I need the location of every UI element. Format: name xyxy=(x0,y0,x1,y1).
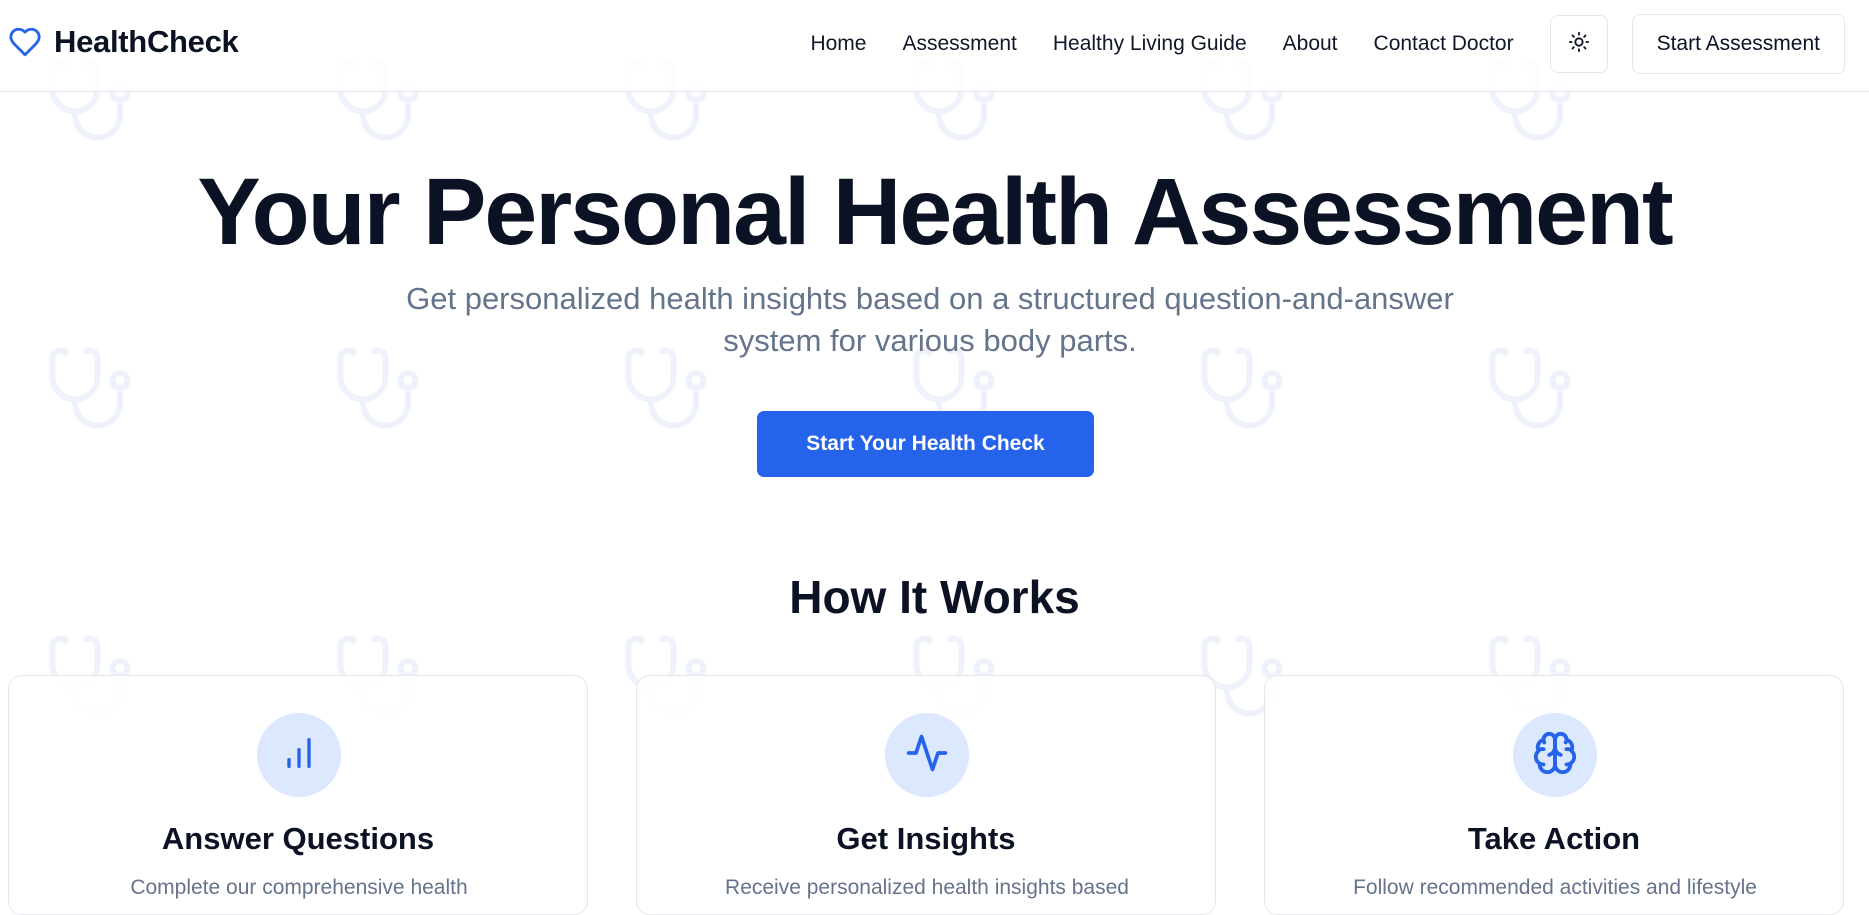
nav-home[interactable]: Home xyxy=(810,32,866,56)
theme-toggle-button[interactable] xyxy=(1549,15,1608,73)
hero-title: Your Personal Health Assessment xyxy=(197,159,1673,265)
card-description: Follow recommended activities and lifest… xyxy=(1353,876,1757,899)
icon-circle xyxy=(257,713,341,797)
card-answer-questions: Answer Questions Complete our comprehens… xyxy=(8,675,588,915)
hero-subtitle: Get personalized health insights based o… xyxy=(406,281,1454,358)
nav-about[interactable]: About xyxy=(1283,32,1338,56)
card-title: Answer Questions xyxy=(161,821,435,856)
sun-icon xyxy=(1568,31,1590,58)
card-title: Take Action xyxy=(1467,821,1641,856)
nav-assessment[interactable]: Assessment xyxy=(902,32,1016,56)
brain-icon xyxy=(1532,730,1578,781)
brand-name: HealthCheck xyxy=(54,24,239,59)
site-header: HealthCheck Home Assessment Healthy Livi… xyxy=(0,0,1869,92)
how-it-works-cards: Answer Questions Complete our comprehens… xyxy=(8,675,1844,915)
start-health-check-button[interactable]: Start Your Health Check xyxy=(757,411,1094,477)
main-nav: Home Assessment Healthy Living Guide Abo… xyxy=(810,14,1845,74)
nav-healthy-living-guide[interactable]: Healthy Living Guide xyxy=(1053,32,1247,56)
activity-icon xyxy=(905,731,949,780)
card-description: Receive personalized health insights bas… xyxy=(725,876,1129,899)
bar-chart-icon xyxy=(279,733,319,778)
card-title: Get Insights xyxy=(836,821,1016,856)
icon-circle xyxy=(885,713,969,797)
brand[interactable]: HealthCheck xyxy=(8,24,239,60)
nav-contact-doctor[interactable]: Contact Doctor xyxy=(1374,32,1514,56)
start-assessment-button[interactable]: Start Assessment xyxy=(1631,14,1845,74)
how-it-works-title: How It Works xyxy=(789,571,1080,623)
heart-icon xyxy=(8,25,42,59)
card-take-action: Take Action Follow recommended activitie… xyxy=(1264,675,1844,915)
card-get-insights: Get Insights Receive personalized health… xyxy=(636,675,1216,915)
card-description: Complete our comprehensive health xyxy=(130,876,468,899)
icon-circle xyxy=(1513,713,1597,797)
